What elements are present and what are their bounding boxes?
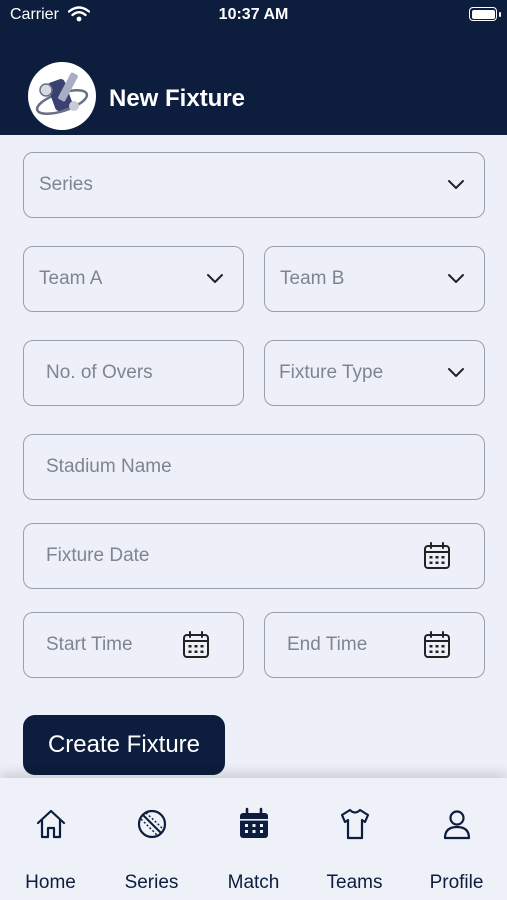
chevron-down-icon [207,274,223,283]
calendar-icon[interactable] [181,630,211,660]
home-icon [36,809,65,839]
tab-label: Series [124,872,179,893]
shirt-icon [340,808,369,840]
chevron-down-icon [448,368,464,377]
tab-label: Home [25,872,76,893]
battery-icon [469,7,497,21]
calendar-icon[interactable] [422,541,452,571]
end-time-placeholder: End Time [287,634,368,655]
start-time-placeholder: Start Time [46,634,133,655]
team-b-placeholder: Team B [280,268,345,289]
fixture-type-placeholder: Fixture Type [279,362,384,383]
team-a-select[interactable]: Team A [23,246,244,312]
team-a-placeholder: Team A [39,268,103,289]
end-time-input[interactable]: End Time [264,612,485,678]
fixture-date-input[interactable]: Fixture Date [23,523,485,589]
series-placeholder: Series [39,174,93,195]
battery-tip [499,12,501,17]
user-icon [443,810,470,840]
ball-icon [137,809,166,839]
create-fixture-button[interactable]: Create Fixture [23,715,225,775]
tab-label: Profile [429,872,484,893]
page-title: New Fixture [109,85,246,112]
series-select[interactable]: Series [23,152,485,218]
team-b-select[interactable]: Team B [264,246,485,312]
tab-match[interactable]: Match [203,778,304,900]
app-header: Carrier 10:37 AM New Fixture [0,0,507,135]
tab-label: Teams [326,872,383,893]
calendar-icon [239,807,268,838]
overs-placeholder: No. of Overs [46,362,153,383]
stadium-placeholder: Stadium Name [46,456,172,477]
status-time: 10:37 AM [218,6,289,23]
tab-home[interactable]: Home [0,778,101,900]
tab-series[interactable]: Series [101,778,202,900]
fixture-date-placeholder: Fixture Date [46,545,150,566]
calendar-icon[interactable] [422,630,452,660]
stadium-input[interactable]: Stadium Name [23,434,485,500]
bottom-tab-bar: Home Series Match Teams Profile [0,778,507,900]
status-bar: Carrier 10:37 AM [0,0,507,30]
fixture-type-select[interactable]: Fixture Type [264,340,485,406]
tab-teams[interactable]: Teams [304,778,405,900]
overs-input[interactable]: No. of Overs [23,340,244,406]
chevron-down-icon [448,180,464,189]
tab-label: Match [227,872,280,893]
tab-profile[interactable]: Profile [406,778,507,900]
chevron-down-icon [448,274,464,283]
app-logo [28,62,96,130]
start-time-input[interactable]: Start Time [23,612,244,678]
